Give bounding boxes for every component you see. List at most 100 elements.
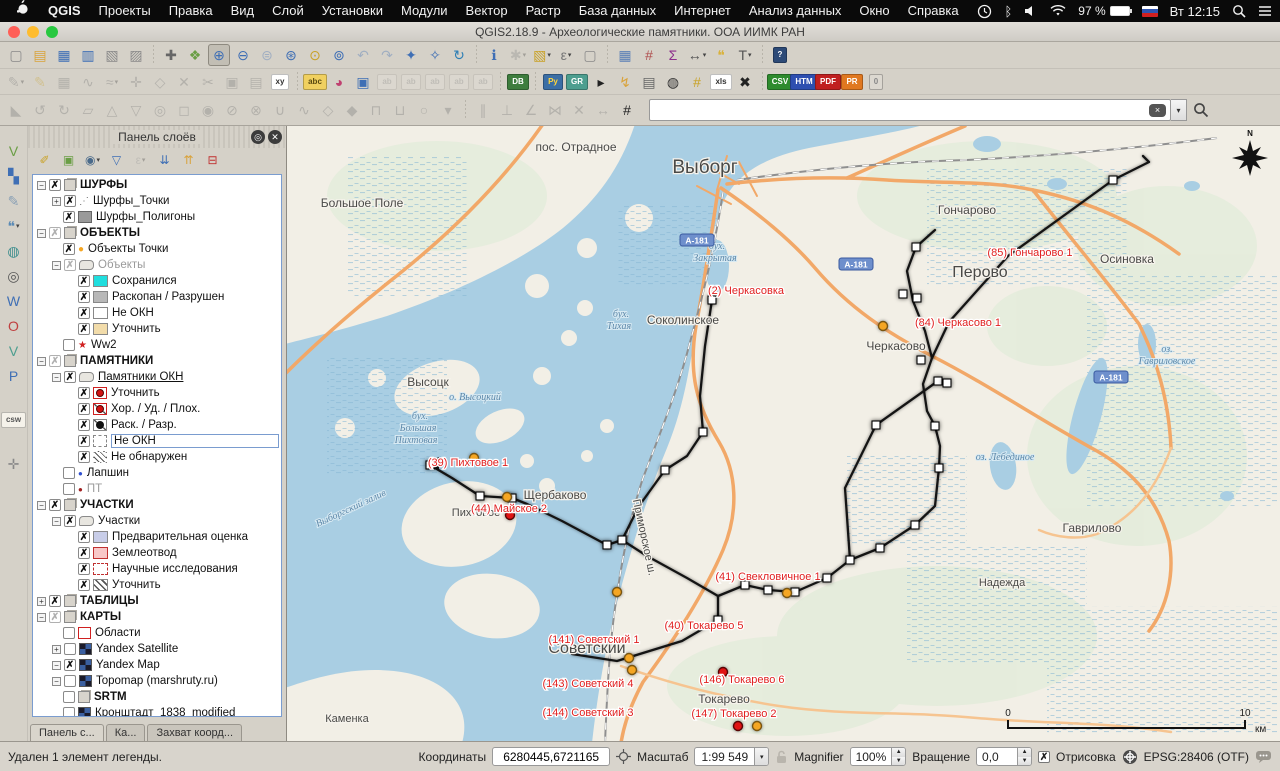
menu-2[interactable]: Правка (160, 3, 222, 18)
tree-expander[interactable]: − (37, 181, 46, 190)
layer-visibility-checkbox[interactable]: ✗ (78, 563, 90, 575)
layer-label[interactable]: SRTM (94, 691, 127, 703)
clear-search-button[interactable]: × (1149, 104, 1166, 117)
layer-row[interactable]: ✗ Не ОКН (33, 433, 281, 449)
zoom-to-selection-button[interactable]: ⊙ (304, 44, 326, 66)
layer-visibility-checkbox[interactable]: ✗ (78, 323, 90, 335)
labeling-button[interactable]: abc (304, 71, 326, 93)
test-pit-point[interactable] (935, 464, 943, 472)
menu-0[interactable]: QGIS (39, 3, 90, 18)
layer-visibility-checkbox[interactable]: ✗ (63, 691, 75, 703)
layer-visibility-checkbox[interactable]: ✗ (78, 547, 90, 559)
coordinate-capture-button[interactable]: ✛ (3, 453, 25, 475)
layer-label[interactable]: Предварительная оценка (112, 531, 248, 543)
test-pit-point[interactable] (943, 379, 951, 387)
select-features-button[interactable]: ▧▾ (531, 44, 553, 66)
panel-tab-0[interactable]: Панель с... (30, 724, 104, 741)
layer-row[interactable]: ✗Сохранился (33, 273, 281, 289)
coordinate-capture-icon[interactable] (616, 749, 631, 764)
layer-row[interactable]: ✗Уточнить (33, 321, 281, 337)
text-annotation-button[interactable]: T▾ (734, 44, 756, 66)
show-bookmarks-button[interactable]: ✧ (424, 44, 446, 66)
layer-visibility-checkbox[interactable]: ✗ (78, 291, 90, 303)
time-machine-icon[interactable] (977, 4, 992, 19)
layer-visibility-checkbox[interactable]: ✗ (49, 595, 61, 607)
layer-visibility-checkbox[interactable]: ✗ (49, 227, 61, 239)
layer-label[interactable]: Хор. / Уд. / Плох. (111, 403, 200, 415)
layer-visibility-checkbox[interactable]: ✗ (63, 483, 75, 495)
layer-row[interactable]: −✗ Памятники ОКН (33, 369, 281, 385)
grass-tools-button[interactable]: GR (566, 71, 588, 93)
layer-label[interactable]: Шурфы_Полигоны (96, 211, 195, 223)
test-pit-point[interactable] (708, 296, 716, 304)
tree-expander[interactable]: − (52, 677, 61, 686)
layer-label[interactable]: Шурфы_Точки (93, 195, 169, 207)
layer-row[interactable]: ✗●ПТ (33, 481, 281, 497)
search-dropdown[interactable]: ▾ (1171, 99, 1187, 121)
layer-visibility-checkbox[interactable]: ✗ (49, 179, 61, 191)
processing-toolbox-button[interactable]: ▸ (590, 71, 612, 93)
layer-label[interactable]: Лапшин (87, 467, 129, 479)
test-pit-point[interactable] (618, 536, 626, 544)
layer-labeling-options-button[interactable]: ▣ (352, 71, 374, 93)
layer-row[interactable]: ✗Не ОКН (33, 305, 281, 321)
test-pit-point[interactable] (476, 492, 484, 500)
layer-visibility-checkbox[interactable]: ✗ (78, 307, 90, 319)
select-by-expression-button[interactable]: ε▾ (555, 44, 577, 66)
layer-visibility-checkbox[interactable]: ✗ (64, 195, 76, 207)
touch-zoom-button[interactable]: ❖ (184, 44, 206, 66)
menu-10[interactable]: Интернет (665, 3, 740, 18)
add-spatialite-layer-button[interactable]: ✎ (3, 190, 25, 212)
add-oracle-layer-button[interactable]: O (3, 315, 25, 337)
menu-12[interactable]: Окно (850, 3, 898, 18)
add-virtual-layer-button[interactable]: V (3, 340, 25, 362)
wifi-icon[interactable] (1050, 5, 1066, 17)
bluetooth-icon[interactable]: ᛒ (1004, 4, 1012, 19)
menu-3[interactable]: Вид (222, 3, 264, 18)
layer-label[interactable]: Землеотвод (112, 547, 177, 559)
layer-visibility-checkbox[interactable]: ✗ (78, 435, 90, 447)
apple-menu-icon[interactable] (8, 0, 39, 22)
test-pit-point[interactable] (823, 574, 831, 582)
layer-group-row[interactable]: −✗ОБЪЕКТЫ (33, 225, 281, 241)
layer-group-row[interactable]: −✗ПАМЯТНИКИ (33, 353, 281, 369)
tree-expander[interactable]: − (52, 373, 61, 382)
layer-row[interactable]: ✗●Лапшин (33, 465, 281, 481)
add-group-button[interactable]: ▣ (59, 151, 78, 170)
magnifier-down[interactable]: ▼ (892, 757, 905, 766)
field-calculator-button[interactable]: # (638, 44, 660, 66)
object-point[interactable] (753, 722, 762, 731)
menu-1[interactable]: Проекты (90, 3, 160, 18)
layer-row[interactable]: ✗Уточнить (33, 385, 281, 401)
layer-label[interactable]: Не ОКН (114, 435, 156, 447)
tree-expander[interactable]: − (37, 229, 46, 238)
pan-map-button[interactable]: ✚ (160, 44, 182, 66)
layer-label[interactable]: Памятники ОКН (98, 371, 183, 383)
test-pit-point[interactable] (913, 294, 921, 302)
layer-row[interactable]: ✗Шурфы_Полигоны (33, 209, 281, 225)
layer-label[interactable]: Уточнить (112, 579, 161, 591)
test-pit-point[interactable] (661, 466, 669, 474)
layer-visibility-checkbox[interactable]: ✗ (64, 371, 76, 383)
layer-label[interactable]: Уточнить (111, 387, 160, 399)
log-messages-icon[interactable] (1255, 750, 1272, 764)
layer-visibility-checkbox[interactable]: ✗ (63, 707, 75, 717)
layer-row[interactable]: ✗Хор. / Уд. / Плох. (33, 401, 281, 417)
db-manager-button[interactable]: DB (507, 71, 529, 93)
add-layer-menu-button[interactable]: ❝▾ (3, 215, 25, 237)
layer-label[interactable]: Участки (98, 515, 140, 527)
object-point[interactable] (613, 588, 622, 597)
layer-row[interactable]: ✗★Ww2 (33, 337, 281, 353)
layer-label[interactable]: Научные исследования (112, 563, 238, 575)
layer-row[interactable]: ✗ Научные исследования (33, 561, 281, 577)
search-icon[interactable] (1193, 102, 1209, 118)
rotation-spin[interactable]: 0,0 ▲▼ (976, 747, 1032, 766)
filter-legend-button[interactable]: ▽ (107, 151, 126, 170)
menubar-clock[interactable]: Вт 12:15 (1170, 4, 1220, 19)
test-pit-point[interactable] (911, 521, 919, 529)
magnifier-up[interactable]: ▲ (892, 748, 905, 757)
tree-expander[interactable]: − (52, 261, 61, 270)
grid-tools-button[interactable]: # (686, 71, 708, 93)
test-pit-point[interactable] (912, 243, 920, 251)
layer-row[interactable]: ✗Предварительная оценка (33, 529, 281, 545)
